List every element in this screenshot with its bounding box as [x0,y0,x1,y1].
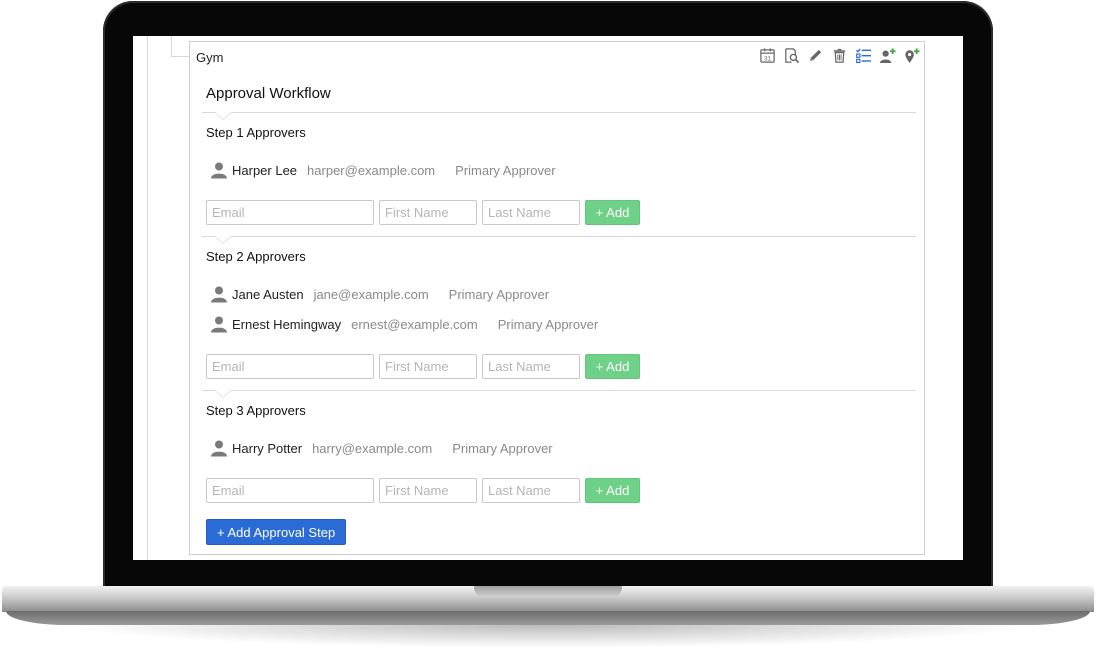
last-name-input[interactable] [482,478,580,503]
workflow-title: Approval Workflow [206,85,331,102]
search-document-icon[interactable] [782,46,800,64]
approver-email: harry@example.com [312,440,433,456]
approver-email: ernest@example.com [351,316,478,332]
email-input[interactable] [206,200,374,225]
approver-row: Jane Austen jane@example.com Primary App… [210,285,549,303]
email-input[interactable] [206,354,374,379]
step-divider [202,390,916,398]
laptop-base-lip [6,611,1090,625]
approver-name: Harry Potter [232,440,303,456]
approver-row: Ernest Hemingway ernest@example.com Prim… [210,315,598,333]
approver-email: harper@example.com [307,162,436,178]
laptop-notch [474,586,622,597]
tree-branch [171,56,189,57]
checklist-icon[interactable] [854,46,872,64]
step-divider [202,112,916,120]
last-name-input[interactable] [482,354,580,379]
approver-row: Harry Potter harry@example.com Primary A… [210,439,553,457]
approver-role: Primary Approver [448,286,550,302]
approver-role: Primary Approver [455,162,556,178]
add-approver-form: + Add [206,478,640,503]
step-1-title: Step 1 Approvers [206,125,306,140]
first-name-input[interactable] [379,478,477,503]
trash-icon[interactable] [830,46,848,64]
tree-line [171,36,172,56]
approver-role: Primary Approver [497,316,599,332]
first-name-input[interactable] [379,200,477,225]
panel-title: Gym [196,50,224,65]
calendar-day: 31 [764,55,771,62]
last-name-input[interactable] [482,200,580,225]
approver-role: Primary Approver [452,440,553,456]
email-input[interactable] [206,478,374,503]
approver-name: Jane Austen [232,286,304,302]
add-approver-button[interactable]: + Add [585,478,640,503]
step-divider [202,236,916,244]
person-icon [211,316,227,333]
add-approver-button[interactable]: + Add [585,200,640,225]
approver-name: Ernest Hemingway [232,316,342,332]
add-approver-form: + Add [206,200,640,225]
add-location-icon[interactable] [902,46,920,64]
laptop-screen: Gym 31 Approval Workflow Step 1 Approver… [133,36,963,560]
person-icon [211,162,227,179]
tree-line [147,36,148,560]
person-icon [211,286,227,303]
first-name-input[interactable] [379,354,477,379]
step-2-title: Step 2 Approvers [206,249,306,264]
laptop-shadow [60,624,1036,648]
gym-panel: Gym 31 Approval Workflow Step 1 Approver… [189,41,925,555]
approver-row: Harper Lee harper@example.com Primary Ap… [210,161,556,179]
add-approval-step-button[interactable]: + Add Approval Step [206,519,347,545]
approver-email: jane@example.com [313,286,429,302]
panel-toolbar: 31 [758,46,920,64]
person-icon [211,440,227,457]
add-user-icon[interactable] [878,46,896,64]
calendar-icon[interactable]: 31 [758,46,776,64]
add-approver-button[interactable]: + Add [585,354,640,379]
add-approver-form: + Add [206,354,640,379]
edit-icon[interactable] [806,46,824,64]
step-3-title: Step 3 Approvers [206,403,306,418]
approver-name: Harper Lee [232,162,298,178]
